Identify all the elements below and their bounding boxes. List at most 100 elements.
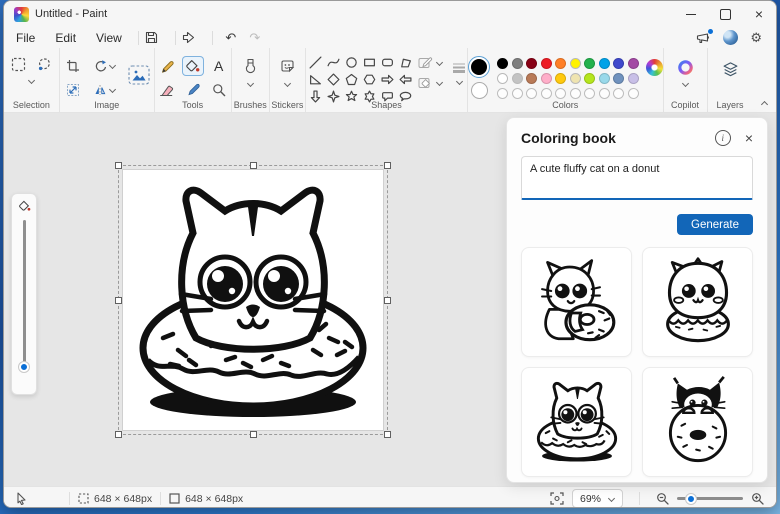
shape-outline-button[interactable] xyxy=(418,56,443,70)
resize-button[interactable] xyxy=(62,80,84,100)
shape-line-icon[interactable] xyxy=(308,56,322,69)
palette-empty-slot[interactable] xyxy=(540,88,552,100)
shape-right-triangle-icon[interactable] xyxy=(309,73,322,86)
palette-empty-slot[interactable] xyxy=(511,88,523,100)
selection-handle-se[interactable] xyxy=(384,431,391,438)
canvas-selection[interactable] xyxy=(115,162,391,438)
palette-swatch[interactable] xyxy=(613,73,624,85)
generate-button[interactable]: Generate xyxy=(677,214,753,235)
palette-swatch[interactable] xyxy=(569,58,581,70)
thickness-button[interactable] xyxy=(451,62,467,85)
menu-view[interactable]: View xyxy=(86,29,132,47)
flip-button[interactable] xyxy=(90,80,120,100)
palette-empty-slot[interactable] xyxy=(526,88,537,100)
menu-file[interactable]: File xyxy=(6,29,45,47)
selection-handle-nw[interactable] xyxy=(115,162,122,169)
result-thumbnail-2[interactable] xyxy=(642,247,753,357)
palette-empty-slot[interactable] xyxy=(584,88,595,100)
palette-swatch[interactable] xyxy=(555,58,566,70)
shape-curve-icon[interactable] xyxy=(326,56,340,69)
shape-ellipse-icon[interactable] xyxy=(345,56,358,69)
edit-colors-wheel-icon[interactable] xyxy=(645,59,663,76)
shape-polygon-icon[interactable] xyxy=(399,56,412,69)
copilot-button[interactable] xyxy=(674,57,696,77)
zoom-slider-thumb[interactable] xyxy=(686,493,696,504)
palette-swatch[interactable] xyxy=(526,73,537,85)
palette-swatch[interactable] xyxy=(627,58,639,70)
maximize-button[interactable] xyxy=(708,1,742,27)
palette-empty-slot[interactable] xyxy=(497,88,508,100)
brushes-dropdown-chevron-icon[interactable] xyxy=(246,81,254,87)
eyedropper-tool-button[interactable] xyxy=(182,80,204,100)
shape-hexagon-icon[interactable] xyxy=(363,73,376,86)
prompt-input[interactable]: A cute fluffy cat on a donut xyxy=(521,156,753,200)
tolerance-slider-thumb[interactable] xyxy=(19,362,29,372)
palette-swatch[interactable] xyxy=(526,58,537,70)
rect-select-button[interactable] xyxy=(7,54,29,74)
rotate-dropdown-chevron-icon[interactable] xyxy=(108,63,116,69)
zoom-in-icon[interactable] xyxy=(751,492,764,505)
shape-fill-button[interactable] xyxy=(418,76,443,90)
shape-arrow-left-icon[interactable] xyxy=(398,73,412,86)
foreground-color-swatch[interactable] xyxy=(468,56,490,78)
palette-swatch[interactable] xyxy=(497,58,508,70)
selection-handle-ne[interactable] xyxy=(384,162,391,169)
result-thumbnail-1[interactable] xyxy=(521,247,632,357)
selection-handle-s[interactable] xyxy=(250,431,257,438)
selection-handle-w[interactable] xyxy=(115,297,122,304)
palette-swatch[interactable] xyxy=(584,58,595,70)
collapse-ribbon-button[interactable] xyxy=(753,48,776,112)
background-removal-button[interactable] xyxy=(126,62,152,88)
zoom-slider[interactable] xyxy=(677,493,743,504)
palette-swatch[interactable] xyxy=(511,58,523,70)
eraser-tool-button[interactable] xyxy=(156,80,178,100)
palette-swatch[interactable] xyxy=(511,73,523,85)
result-thumbnail-3[interactable] xyxy=(521,367,632,477)
palette-swatch[interactable] xyxy=(540,73,552,85)
info-icon[interactable]: i xyxy=(714,130,731,146)
copilot-dropdown-chevron-icon[interactable] xyxy=(681,81,689,87)
menu-edit[interactable]: Edit xyxy=(45,29,86,47)
palette-swatch[interactable] xyxy=(497,73,508,85)
palette-swatch[interactable] xyxy=(555,73,566,85)
panel-close-icon[interactable]: × xyxy=(745,131,753,145)
palette-swatch[interactable] xyxy=(584,73,595,85)
text-tool-button[interactable]: A xyxy=(208,56,230,76)
shape-pentagon-icon[interactable] xyxy=(345,73,358,86)
zoom-level-dropdown[interactable]: 69% xyxy=(571,489,623,507)
palette-empty-slot[interactable] xyxy=(598,88,610,100)
flip-dropdown-chevron-icon[interactable] xyxy=(108,87,116,93)
shape-diamond-icon[interactable] xyxy=(326,73,340,86)
shape-arrow-right-icon[interactable] xyxy=(380,73,394,86)
stickers-button[interactable] xyxy=(276,56,298,76)
rotate-button[interactable] xyxy=(90,56,120,76)
crop-button[interactable] xyxy=(62,56,84,76)
selection-handle-n[interactable] xyxy=(250,162,257,169)
palette-empty-slot[interactable] xyxy=(627,88,639,100)
selection-dropdown-chevron-icon[interactable] xyxy=(27,78,35,84)
stickers-dropdown-chevron-icon[interactable] xyxy=(283,81,291,87)
background-color-swatch[interactable] xyxy=(470,82,488,99)
palette-swatch[interactable] xyxy=(613,58,624,70)
feedback-button[interactable] xyxy=(696,29,714,44)
palette-swatch[interactable] xyxy=(540,58,552,70)
save-button[interactable] xyxy=(145,31,169,44)
canvas[interactable] xyxy=(123,170,383,430)
account-avatar[interactable] xyxy=(723,30,739,45)
selection-handle-e[interactable] xyxy=(384,297,391,304)
selection-handle-sw[interactable] xyxy=(115,431,122,438)
shape-rectangle-icon[interactable] xyxy=(363,56,376,69)
palette-empty-slot[interactable] xyxy=(555,88,566,100)
shape-rounded-rectangle-icon[interactable] xyxy=(381,56,394,69)
palette-swatch[interactable] xyxy=(569,73,581,85)
tolerance-slider[interactable] xyxy=(19,220,29,372)
pencil-tool-button[interactable] xyxy=(156,56,178,76)
result-thumbnail-4[interactable] xyxy=(642,367,753,477)
undo-button[interactable]: ↶ xyxy=(219,30,243,46)
palette-swatch[interactable] xyxy=(598,58,610,70)
share-button[interactable] xyxy=(182,31,206,44)
minimize-button[interactable] xyxy=(674,1,708,27)
layers-button[interactable] xyxy=(719,59,741,79)
lasso-select-button[interactable] xyxy=(33,54,55,74)
fill-tool-button[interactable] xyxy=(181,56,204,76)
